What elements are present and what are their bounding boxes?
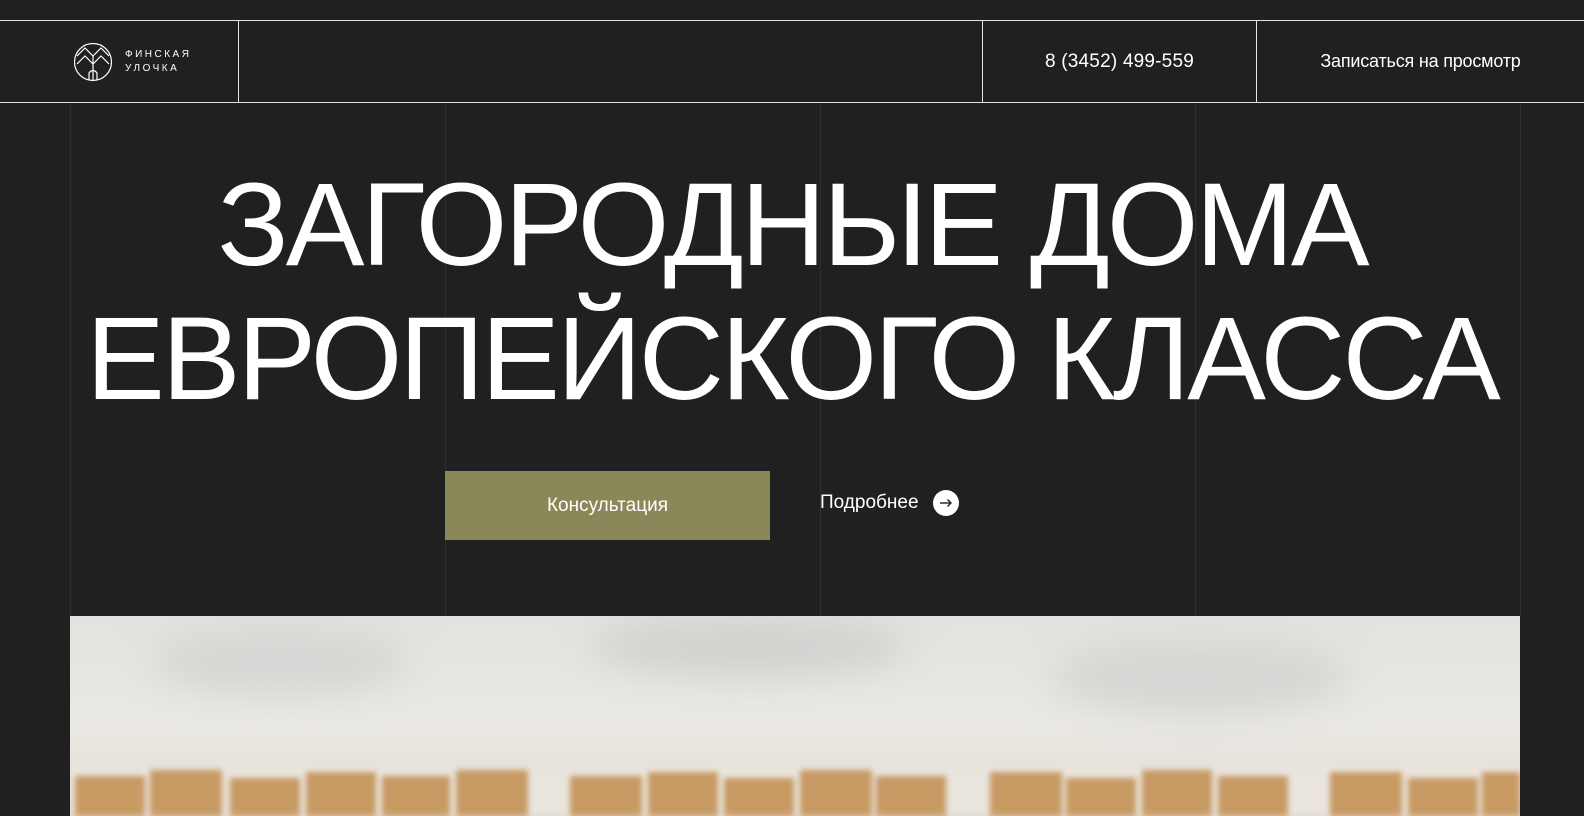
logo[interactable]: ФИНСКАЯ УЛОЧКА [0, 21, 239, 102]
more-link[interactable]: Подробнее [820, 490, 959, 516]
brand-name: ФИНСКАЯ УЛОЧКА [125, 48, 191, 76]
header-spacer [239, 21, 983, 102]
site-header: ФИНСКАЯ УЛОЧКА 8 (3452) 499-559 Записать… [0, 20, 1584, 103]
brand-line-1: ФИНСКАЯ [125, 48, 192, 60]
arrow-right-icon [932, 490, 959, 516]
book-viewing-button[interactable]: Записаться на просмотр [1257, 21, 1584, 102]
hero-title: ЗАГОРОДНЫЕ ДОМА ЕВРОПЕЙСКОГО КЛАССА [0, 158, 1584, 426]
consultation-button[interactable]: Консультация [445, 471, 770, 540]
hero-title-line-1: ЗАГОРОДНЫЕ ДОМА [217, 159, 1369, 291]
more-link-label: Подробнее [820, 492, 919, 513]
phone-link[interactable]: 8 (3452) 499-559 [983, 21, 1257, 102]
wood-facade [70, 766, 1520, 816]
house-logo-icon [73, 42, 113, 81]
hero-image [70, 616, 1520, 816]
hero-title-line-2: ЕВРОПЕЙСКОГО КЛАССА [86, 293, 1501, 425]
brand-line-2: УЛОЧКА [125, 62, 180, 74]
